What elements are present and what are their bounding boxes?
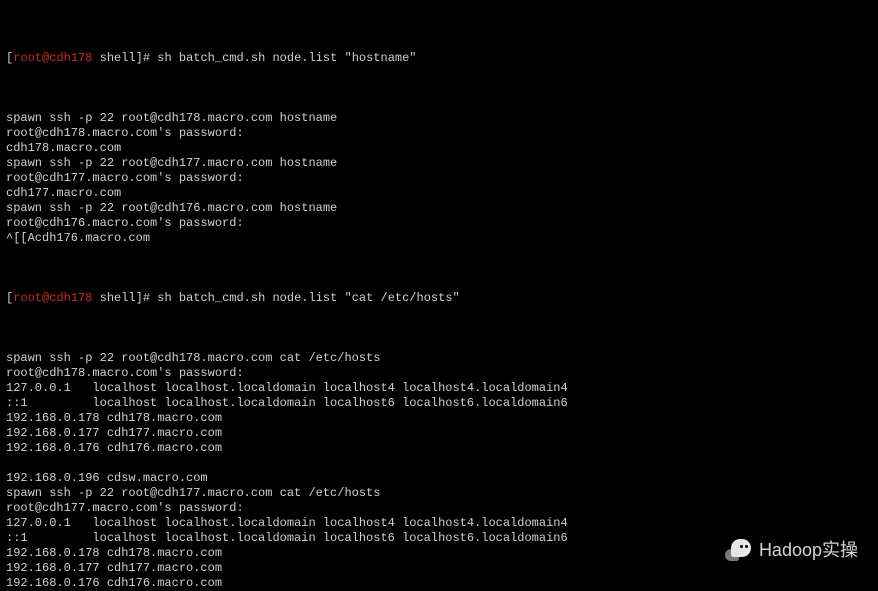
terminal-output-line: 192.168.0.176 cdh176.macro.com [6, 441, 872, 456]
terminal-output-line: spawn ssh -p 22 root@cdh177.macro.com ca… [6, 486, 872, 501]
terminal-output-line: root@cdh177.macro.com's password: [6, 501, 872, 516]
prompt-line-2: [root@cdh178 shell]# sh batch_cmd.sh nod… [6, 291, 872, 306]
terminal-output-line: spawn ssh -p 22 root@cdh177.macro.com ho… [6, 156, 872, 171]
terminal-output-line: spawn ssh -p 22 root@cdh178.macro.com ca… [6, 351, 872, 366]
terminal-output-line [6, 456, 872, 471]
terminal-output-line: cdh177.macro.com [6, 186, 872, 201]
wechat-icon [725, 539, 751, 561]
terminal-output-line: ^[[Acdh176.macro.com [6, 231, 872, 246]
terminal-output-line: root@cdh176.macro.com's password: [6, 216, 872, 231]
terminal[interactable]: [root@cdh178 shell]# sh batch_cmd.sh nod… [0, 0, 878, 591]
terminal-output-line: 127.0.0.1 localhost localhost.localdomai… [6, 516, 872, 531]
terminal-output-line: 127.0.0.1 localhost localhost.localdomai… [6, 381, 872, 396]
terminal-output-line: cdh178.macro.com [6, 141, 872, 156]
terminal-output-line: root@cdh178.macro.com's password: [6, 366, 872, 381]
watermark: Hadoop实操 [725, 539, 858, 561]
terminal-output-line: spawn ssh -p 22 root@cdh178.macro.com ho… [6, 111, 872, 126]
terminal-output-line: root@cdh178.macro.com's password: [6, 126, 872, 141]
terminal-output-line: 192.168.0.196 cdsw.macro.com [6, 471, 872, 486]
terminal-output-line: ::1 localhost localhost.localdomain loca… [6, 396, 872, 411]
watermark-text: Hadoop实操 [759, 543, 858, 558]
terminal-output-line: 192.168.0.177 cdh177.macro.com [6, 426, 872, 441]
terminal-output-line: 192.168.0.178 cdh178.macro.com [6, 411, 872, 426]
terminal-output-line: root@cdh177.macro.com's password: [6, 171, 872, 186]
prompt-line-1: [root@cdh178 shell]# sh batch_cmd.sh nod… [6, 51, 872, 66]
terminal-output-line: spawn ssh -p 22 root@cdh176.macro.com ho… [6, 201, 872, 216]
